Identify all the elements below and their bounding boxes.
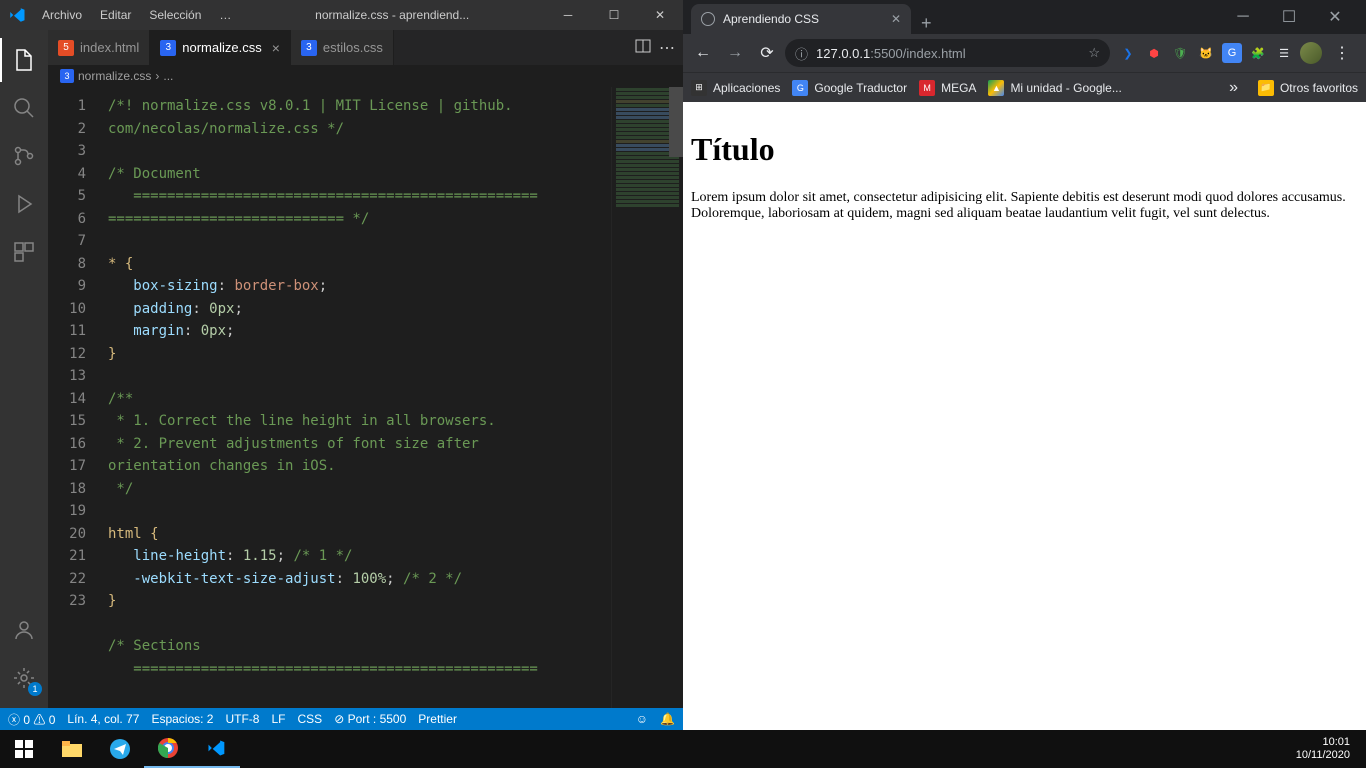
page-content: Título Lorem ipsum dolor sit amet, conse… bbox=[683, 102, 1366, 730]
extensions-puzzle-icon[interactable]: 🧩 bbox=[1248, 43, 1268, 63]
close-button[interactable]: ✕ bbox=[1312, 0, 1358, 34]
system-tray[interactable]: 10:01 10/11/2020 bbox=[1288, 736, 1366, 762]
source-control-icon[interactable] bbox=[0, 134, 48, 178]
vscode-window: Archivo Editar Selección … normalize.css… bbox=[0, 0, 683, 730]
status-eol[interactable]: LF bbox=[271, 712, 285, 726]
vscode-logo-icon bbox=[8, 6, 26, 24]
reading-list-icon[interactable]: ☰ bbox=[1274, 43, 1294, 63]
extensions-area: ❯ ⬢ 🛡 🐱 G 🧩 ☰ ⋮ bbox=[1114, 42, 1360, 64]
status-prettier[interactable]: Prettier bbox=[418, 712, 457, 726]
extensions-icon[interactable] bbox=[0, 230, 48, 274]
tab-index-html[interactable]: 5index.html bbox=[48, 30, 150, 65]
extension-icon[interactable]: ❯ bbox=[1118, 43, 1138, 63]
menu-archivo[interactable]: Archivo bbox=[34, 4, 90, 26]
address-bar[interactable]: ⓘ 127.0.0.1:5500/index.html ☆ bbox=[785, 39, 1110, 67]
page-heading: Título bbox=[691, 131, 1358, 168]
tab-close-icon[interactable]: × bbox=[272, 40, 280, 56]
status-bar: ⓧ 0 ⚠ 0 Lín. 4, col. 77 Espacios: 2 UTF-… bbox=[0, 708, 683, 730]
search-icon[interactable] bbox=[0, 86, 48, 130]
tab-normalize-css[interactable]: 3normalize.css× bbox=[150, 30, 291, 65]
extension-icon[interactable]: ⬢ bbox=[1144, 43, 1164, 63]
extension-icon[interactable]: 🛡 bbox=[1170, 43, 1190, 63]
editor-tabs: 5index.html 3normalize.css× 3estilos.css… bbox=[48, 30, 683, 65]
file-explorer-icon[interactable] bbox=[48, 730, 96, 768]
status-feedback-icon[interactable]: ☺ bbox=[636, 712, 648, 726]
extension-icon[interactable]: 🐱 bbox=[1196, 43, 1216, 63]
site-info-icon[interactable]: ⓘ bbox=[795, 44, 808, 63]
close-button[interactable]: ✕ bbox=[637, 0, 683, 30]
maximize-button[interactable]: ☐ bbox=[1266, 0, 1312, 34]
status-spaces[interactable]: Espacios: 2 bbox=[151, 712, 213, 726]
status-bell-icon[interactable]: 🔔 bbox=[660, 712, 675, 726]
reload-button[interactable]: ⟳ bbox=[753, 39, 781, 67]
minimize-button[interactable]: ─ bbox=[545, 0, 591, 30]
bookmarks-bar: ⊞Aplicaciones GGoogle Traductor MMEGA ▲M… bbox=[683, 72, 1366, 102]
menu-editar[interactable]: Editar bbox=[92, 4, 139, 26]
vscode-titlebar: Archivo Editar Selección … normalize.css… bbox=[0, 0, 683, 30]
more-actions-icon[interactable]: ⋯ bbox=[659, 38, 675, 58]
forward-button[interactable]: → bbox=[721, 39, 749, 67]
chrome-toolbar: ← → ⟳ ⓘ 127.0.0.1:5500/index.html ☆ ❯ ⬢ … bbox=[683, 34, 1366, 72]
chrome-taskbar-icon[interactable] bbox=[144, 730, 192, 768]
tab-estilos-css[interactable]: 3estilos.css bbox=[291, 30, 394, 65]
account-icon[interactable] bbox=[0, 608, 48, 652]
menu-more[interactable]: … bbox=[211, 4, 239, 26]
settings-badge: 1 bbox=[28, 682, 42, 696]
vscode-taskbar-icon[interactable] bbox=[192, 730, 240, 768]
html-file-icon: 5 bbox=[58, 40, 74, 56]
bookmark-traductor[interactable]: GGoogle Traductor bbox=[792, 80, 907, 96]
start-button[interactable] bbox=[0, 730, 48, 768]
telegram-icon[interactable] bbox=[96, 730, 144, 768]
page-favicon-icon bbox=[701, 12, 715, 26]
line-gutter: 1234567891011121314151617181920212223 bbox=[48, 87, 100, 708]
explorer-icon[interactable] bbox=[0, 38, 48, 82]
chrome-menu-icon[interactable]: ⋮ bbox=[1328, 43, 1356, 63]
vscode-title: normalize.css - aprendiend... bbox=[239, 8, 545, 22]
bookmark-aplicaciones[interactable]: ⊞Aplicaciones bbox=[691, 80, 780, 96]
settings-icon[interactable]: 1 bbox=[0, 656, 48, 700]
code-content[interactable]: /*! normalize.css v8.0.1 | MIT License |… bbox=[100, 87, 611, 708]
split-editor-icon[interactable] bbox=[635, 38, 651, 58]
bookmarks-overflow-icon[interactable]: » bbox=[1229, 79, 1238, 97]
css-file-icon: 3 bbox=[60, 69, 74, 83]
status-errors[interactable]: ⓧ 0 ⚠ 0 bbox=[8, 711, 55, 728]
debug-icon[interactable] bbox=[0, 182, 48, 226]
status-port[interactable]: ⊘ Port : 5500 bbox=[334, 712, 406, 726]
activity-bar: 1 bbox=[0, 30, 48, 708]
profile-avatar[interactable] bbox=[1300, 42, 1322, 64]
chrome-window: Aprendiendo CSS ✕ + ─ ☐ ✕ ← → ⟳ ⓘ 127.0.… bbox=[683, 0, 1366, 730]
breadcrumb[interactable]: 3 normalize.css › ... bbox=[48, 65, 683, 87]
scrollbar-thumb[interactable] bbox=[669, 87, 683, 157]
vscode-menu: Archivo Editar Selección … bbox=[34, 4, 239, 26]
extension-icon[interactable]: G bbox=[1222, 43, 1242, 63]
css-file-icon: 3 bbox=[301, 40, 317, 56]
menu-seleccion[interactable]: Selección bbox=[141, 4, 209, 26]
chrome-tab[interactable]: Aprendiendo CSS ✕ bbox=[691, 4, 911, 34]
bookmark-drive[interactable]: ▲Mi unidad - Google... bbox=[988, 80, 1121, 96]
other-bookmarks[interactable]: 📁Otros favoritos bbox=[1258, 80, 1358, 96]
taskbar-clock[interactable]: 10:01 10/11/2020 bbox=[1288, 736, 1358, 762]
tab-close-icon[interactable]: ✕ bbox=[891, 12, 901, 26]
css-file-icon: 3 bbox=[160, 40, 176, 56]
bookmark-star-icon[interactable]: ☆ bbox=[1088, 45, 1100, 61]
page-paragraph: Lorem ipsum dolor sit amet, consectetur … bbox=[691, 190, 1358, 222]
status-encoding[interactable]: UTF-8 bbox=[225, 712, 259, 726]
windows-taskbar: 10:01 10/11/2020 bbox=[0, 730, 1366, 768]
minimize-button[interactable]: ─ bbox=[1220, 0, 1266, 34]
bookmark-mega[interactable]: MMEGA bbox=[919, 80, 976, 96]
chrome-tabstrip: Aprendiendo CSS ✕ + ─ ☐ ✕ bbox=[683, 0, 1366, 34]
new-tab-button[interactable]: + bbox=[911, 13, 942, 34]
status-cursor[interactable]: Lín. 4, col. 77 bbox=[67, 712, 139, 726]
maximize-button[interactable]: ☐ bbox=[591, 0, 637, 30]
status-language[interactable]: CSS bbox=[298, 712, 323, 726]
editor[interactable]: 1234567891011121314151617181920212223 /*… bbox=[48, 87, 683, 708]
back-button[interactable]: ← bbox=[689, 39, 717, 67]
